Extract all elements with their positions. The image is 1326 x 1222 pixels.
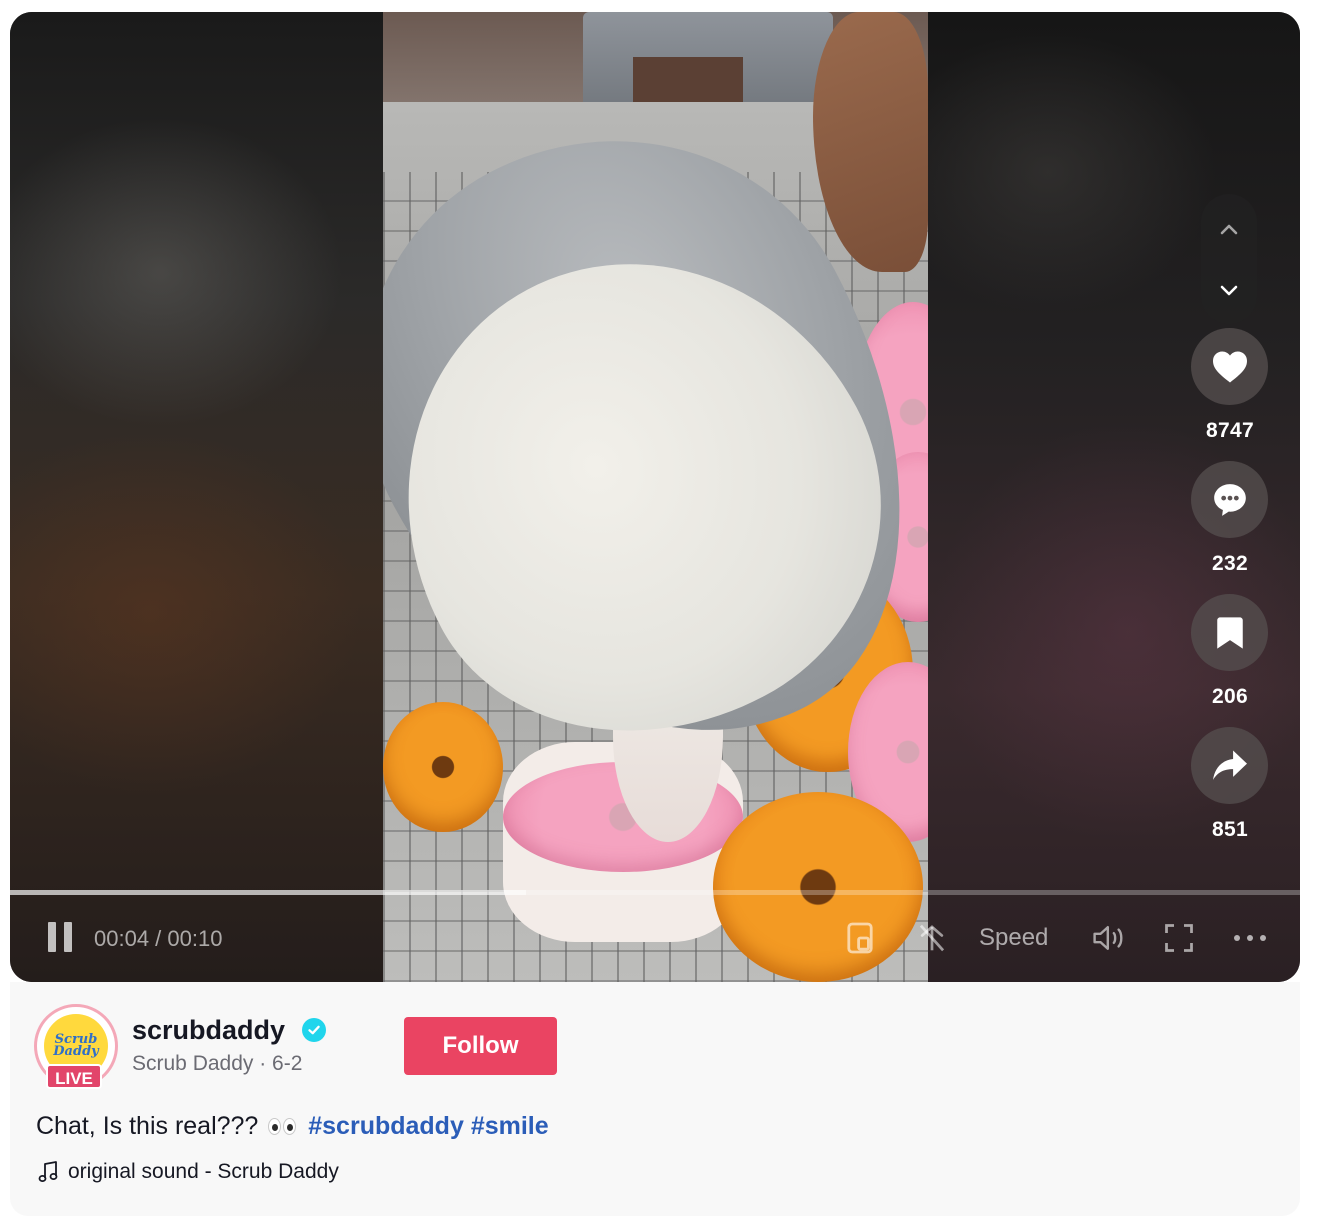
previous-video-button[interactable] (1201, 202, 1257, 258)
like-button[interactable] (1191, 328, 1268, 405)
author-username[interactable]: scrubdaddy (132, 1015, 285, 1046)
eyes-emoji (267, 1118, 297, 1136)
blurred-background-left (10, 12, 383, 982)
like-action: 8747 (1191, 328, 1269, 443)
music-link[interactable]: original sound - Scrub Daddy (38, 1160, 339, 1184)
share-action: 851 (1191, 727, 1269, 842)
time-display: 00:04 / 00:10 (94, 926, 223, 951)
video-info-card: Scrub Daddy LIVE scrubdaddy Scrub Daddy ·… (10, 982, 1300, 1216)
video-progress-bar[interactable] (10, 890, 1300, 895)
comment-action: 232 (1191, 461, 1269, 576)
next-video-button[interactable] (1201, 262, 1257, 318)
speed-button[interactable]: Speed (979, 924, 1048, 952)
bookmark-count: 206 (1212, 685, 1248, 708)
fullscreen-icon (1165, 924, 1193, 952)
video-frame[interactable] (383, 12, 928, 982)
follow-button[interactable]: Follow (404, 1017, 557, 1075)
video-progress-fill (10, 890, 526, 895)
live-badge[interactable]: LIVE (46, 1064, 102, 1089)
chevron-down-icon (1220, 285, 1238, 296)
comment-button[interactable] (1191, 461, 1268, 538)
bookmark-button[interactable] (1191, 594, 1268, 671)
bookmark-action: 206 (1191, 594, 1269, 709)
video-controls: 00:04 / 00:10 Speed (10, 908, 1300, 968)
pause-icon (48, 922, 56, 952)
share-arrow-icon (1212, 750, 1247, 780)
share-count: 851 (1212, 818, 1248, 841)
heart-icon (1212, 351, 1247, 382)
author-subline: Scrub Daddy · 6-2 (132, 1052, 303, 1075)
volume-icon (1093, 926, 1123, 951)
verified-badge-icon (302, 1018, 326, 1042)
comment-count: 232 (1212, 552, 1248, 575)
more-dots-icon (1234, 935, 1266, 941)
more-options-button[interactable] (1230, 920, 1270, 956)
picture-in-picture-icon (847, 922, 873, 954)
pause-icon-bar (64, 922, 72, 952)
volume-button[interactable] (1090, 920, 1128, 956)
chevron-up-icon (1220, 224, 1238, 235)
caption-text: Chat, Is this real??? (36, 1112, 259, 1140)
comment-bubble-icon (1213, 483, 1246, 516)
hashtag-scrubdaddy[interactable]: #scrubdaddy (308, 1112, 464, 1140)
video-navigation (1201, 194, 1257, 324)
video-scene-sponge (383, 702, 503, 832)
music-note-icon (38, 1161, 58, 1182)
fullscreen-button[interactable] (1162, 920, 1196, 956)
pause-button[interactable] (48, 922, 74, 952)
video-caption: Chat, Is this real??? #scrubdaddy #smile (36, 1112, 549, 1141)
hashtag-smile[interactable]: #smile (471, 1112, 549, 1140)
autoscroll-button[interactable] (914, 920, 950, 956)
bookmark-icon (1216, 616, 1243, 649)
picture-in-picture-button[interactable] (844, 920, 876, 956)
autoscroll-icon (919, 924, 945, 952)
share-button[interactable] (1191, 727, 1268, 804)
video-player[interactable]: 8747 232 206 851 00:04 / 00:10 Speed (10, 12, 1300, 982)
like-count: 8747 (1206, 419, 1254, 442)
music-label: original sound - Scrub Daddy (68, 1160, 339, 1183)
